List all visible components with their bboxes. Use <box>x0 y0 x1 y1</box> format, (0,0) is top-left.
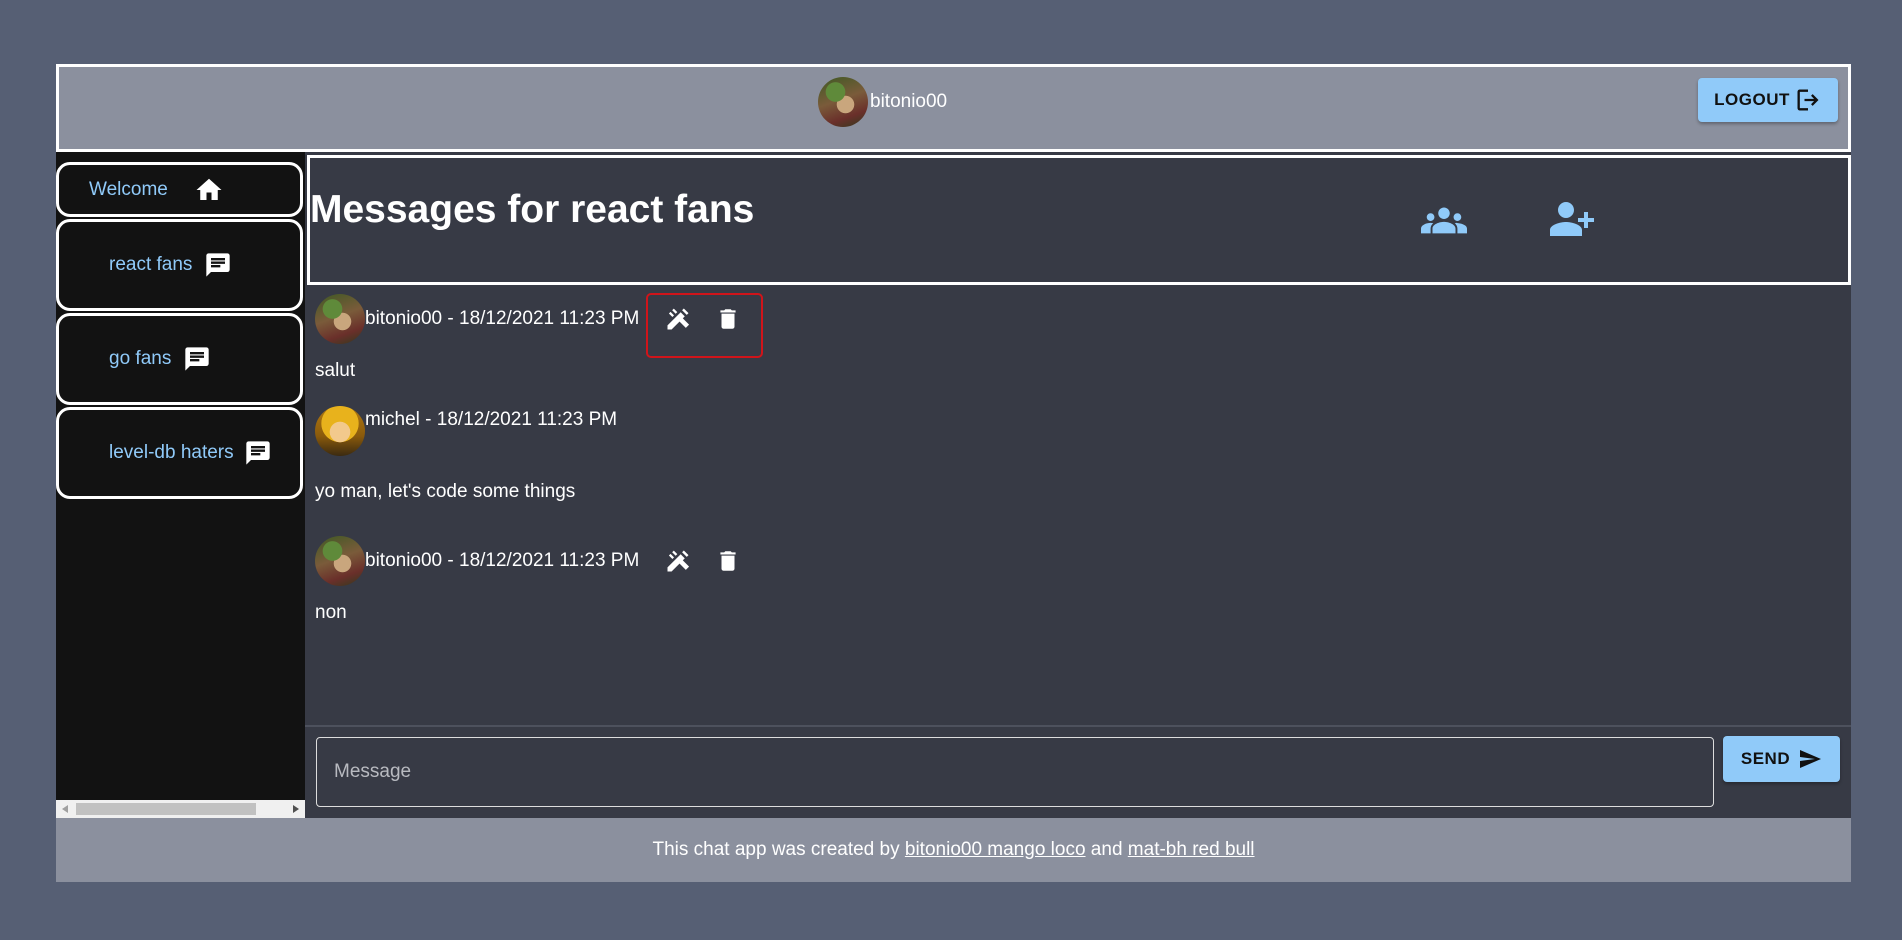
trash-icon <box>720 551 736 571</box>
message-body: yo man, let's code some things <box>315 481 576 502</box>
edit-button[interactable] <box>663 304 693 334</box>
sidebar-item-welcome[interactable]: Welcome <box>56 162 303 217</box>
avatar <box>315 536 365 586</box>
scroll-left-icon[interactable] <box>62 805 68 813</box>
sidebar-item-label: go fans <box>109 348 172 369</box>
chat-header: Messages for react fans <box>307 155 1851 285</box>
chat-icon <box>245 441 270 465</box>
add-member-icon[interactable] <box>1548 200 1596 240</box>
send-button[interactable]: SEND <box>1723 736 1840 782</box>
message-meta: bitonio00 - 18/12/2021 11:23 PM <box>365 308 640 329</box>
message-header: michel - 18/12/2021 11:23 PM <box>315 406 617 456</box>
avatar <box>315 294 365 344</box>
top-header: bitonio00 LOGOUT <box>56 64 1851 152</box>
logout-label: LOGOUT <box>1714 90 1790 109</box>
current-user: bitonio00 <box>818 77 947 127</box>
edit-icon <box>667 308 690 330</box>
members-icon[interactable] <box>1421 202 1467 238</box>
logout-button[interactable]: LOGOUT <box>1698 78 1838 122</box>
edit-icon <box>667 550 690 572</box>
home-icon <box>196 178 222 200</box>
message-meta: bitonio00 - 18/12/2021 11:23 PM <box>365 550 640 571</box>
chat-app: bitonio00 LOGOUT Welcome react fans go f… <box>56 64 1851 882</box>
delete-button[interactable] <box>713 304 743 334</box>
chat-icon <box>185 347 209 371</box>
footer-middle: and <box>1085 839 1128 860</box>
scroll-thumb[interactable] <box>76 803 256 815</box>
scroll-right-icon[interactable] <box>293 805 299 813</box>
user-avatar <box>818 77 868 127</box>
divider <box>305 725 1851 727</box>
sidebar-item-label: Welcome <box>89 178 168 200</box>
page-title: Messages for react fans <box>310 188 755 231</box>
header-username: bitonio00 <box>870 91 948 112</box>
author-link-2[interactable]: mat-bh red bull <box>1128 839 1255 861</box>
sidebar-scrollbar[interactable] <box>56 800 305 818</box>
author-link-1[interactable]: bitonio00 mango loco <box>905 839 1086 861</box>
logout-icon <box>1797 89 1819 111</box>
chat-icon <box>206 253 231 277</box>
delete-button[interactable] <box>713 546 743 576</box>
message-body: non <box>315 602 347 623</box>
message-body: salut <box>315 360 356 381</box>
send-icon <box>1800 750 1822 768</box>
avatar <box>315 406 365 456</box>
sidebar-item-label: level-db haters <box>109 442 234 463</box>
sidebar-item-level-db-haters[interactable]: level-db haters <box>56 407 303 499</box>
send-label: SEND <box>1740 749 1791 768</box>
footer-prefix: This chat app was created by <box>652 839 905 860</box>
edit-button[interactable] <box>663 546 693 576</box>
sidebar-item-react-fans[interactable]: react fans <box>56 219 303 311</box>
message-meta: michel - 18/12/2021 11:23 PM <box>365 409 618 430</box>
message-input[interactable] <box>316 737 1714 807</box>
message-header: bitonio00 - 18/12/2021 11:23 PM <box>315 294 639 344</box>
sidebar-item-go-fans[interactable]: go fans <box>56 313 303 405</box>
trash-icon <box>720 309 736 329</box>
sidebar-item-label: react fans <box>109 254 193 275</box>
message-header: bitonio00 - 18/12/2021 11:23 PM <box>315 536 639 586</box>
footer: This chat app was created by bitonio00 m… <box>56 818 1851 882</box>
chat-panel: Messages for react fans bitonio00 - 18/1… <box>305 152 1851 818</box>
sidebar: Welcome react fans go fans level-db hate… <box>56 152 305 818</box>
